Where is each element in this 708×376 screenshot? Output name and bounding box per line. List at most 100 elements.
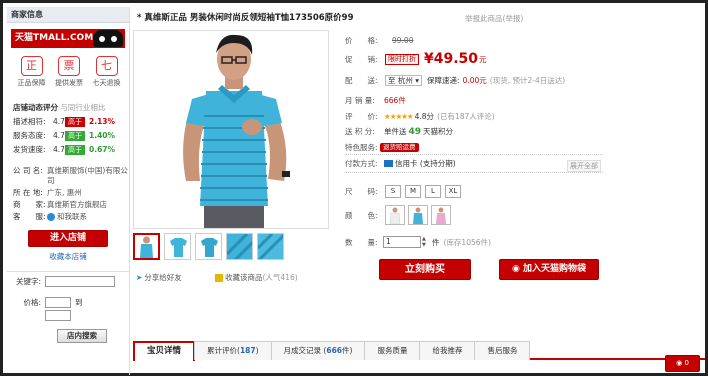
merchant-label: 商 家:: [13, 200, 46, 209]
thumbnail-fabric-icon: [227, 234, 252, 259]
company-label: 公 司 名:: [13, 166, 43, 175]
quantity-stepper[interactable]: ▲ ▼: [422, 236, 428, 248]
size-option-xl[interactable]: XL: [445, 185, 461, 198]
report-link[interactable]: 举报此商品(举报): [465, 13, 523, 24]
promo-label: 促 销:: [345, 54, 378, 64]
genuine-icon: 正: [20, 56, 43, 76]
company-value: 真维斯服饰(中国)有限公司: [47, 166, 128, 185]
floating-cart-button[interactable]: ◉ 0: [665, 355, 700, 372]
thumbnail-shirt-icon: [170, 238, 187, 257]
shop-location-row: 所 在 地: 广东, 惠州: [13, 188, 129, 198]
price-unit: 元: [479, 54, 487, 64]
points-post: 天猫积分: [423, 127, 454, 136]
product-title: * 真维斯正品 男装休闲时尚反领短袖T恤173506原价99: [137, 13, 354, 23]
contact-link[interactable]: 和我联系: [47, 212, 87, 222]
assurance-genuine[interactable]: 正 正品保障: [15, 56, 48, 88]
price-row: 价 格: 99.00: [345, 35, 413, 46]
rating-badge: 高于: [65, 130, 85, 141]
star-icon: [215, 274, 223, 282]
shop-search-button[interactable]: 店内搜索: [57, 329, 107, 343]
assurance-invoice[interactable]: 票 提供发票: [53, 56, 86, 88]
tmall-cat-icon: [93, 30, 123, 47]
special-label: 特色服务:: [345, 143, 378, 152]
shipping-row: 配 送: 至 杭州 ▾ 保障速递: 0.00元 (现货, 预计2-4日送达): [345, 75, 565, 86]
wangwang-icon: [47, 213, 55, 221]
promo-tag: 限时打折: [385, 53, 419, 65]
info-divider: [345, 154, 603, 155]
price-max-input[interactable]: [45, 310, 71, 321]
color-row: 颜 色:: [345, 205, 454, 225]
shop-service-row: 客 服: 和我联系: [13, 212, 129, 222]
price-label: 价格:: [23, 298, 41, 307]
rating-title-text: 店铺动态评分: [13, 103, 58, 112]
size-option-m[interactable]: M: [405, 185, 421, 198]
tab-monthly-text: 月成交记录 (: [283, 346, 327, 355]
review-count-link[interactable]: (已有187人评论): [437, 111, 495, 122]
tab-after-sales[interactable]: 售后服务: [474, 341, 531, 360]
share-text: 分享给好友: [144, 273, 182, 282]
thumbnail-3[interactable]: [195, 233, 222, 260]
thumbnail-1[interactable]: [133, 233, 160, 260]
rating-pct: 1.40%: [89, 131, 116, 140]
expand-all-button[interactable]: 展开全部: [567, 160, 601, 172]
rating-score: 4.7: [53, 131, 65, 140]
rating-pct: 0.67%: [89, 145, 116, 154]
thumbnail-5[interactable]: [257, 233, 284, 260]
credit-card-icon: [384, 160, 393, 167]
product-main-image[interactable]: [133, 30, 329, 229]
monthly-sales: 666件: [384, 96, 406, 105]
cart-icon: ◉: [511, 264, 523, 274]
rating-label: 描述相符:: [13, 117, 46, 126]
quantity-input[interactable]: 1: [383, 236, 421, 248]
tab-recommend[interactable]: 给我推荐: [419, 341, 476, 360]
tab-monthly[interactable]: 月成交记录 (666件): [270, 341, 366, 360]
favorite-shop-link[interactable]: 收藏本店铺: [7, 251, 129, 262]
collect-link[interactable]: 收藏该商品(人气416): [215, 272, 298, 283]
tab-detail[interactable]: 宝贝详情: [133, 341, 196, 361]
shop-company-row: 公 司 名: 真维斯服饰(中国)有限公司: [13, 166, 129, 186]
price-max-row: [45, 310, 129, 321]
share-link[interactable]: ➤ 分享给好友: [136, 272, 182, 283]
assurance-return[interactable]: 七 七天退换: [90, 56, 123, 88]
shirt-blue-icon: [413, 207, 423, 224]
star-rating-icon: ★★★★★: [384, 112, 414, 121]
color-option-blue[interactable]: [408, 205, 428, 225]
quantity-label: 数 量:: [345, 237, 378, 247]
review-score: 4.8分: [414, 112, 435, 121]
thumbnail-2[interactable]: [164, 233, 191, 260]
buy-now-button[interactable]: 立刻购买: [379, 259, 471, 280]
price-min-input[interactable]: [45, 297, 71, 308]
color-option-pink[interactable]: [431, 205, 451, 225]
shipping-label: 配 送:: [345, 76, 378, 85]
color-option-white[interactable]: [385, 205, 405, 225]
sidebar-divider: [7, 271, 129, 272]
merchant-value: 真维斯官方旗舰店: [47, 200, 107, 209]
tab-reviews[interactable]: 累计评价(187): [194, 341, 272, 360]
payment-value: 信用卡 (支持分期): [395, 159, 456, 168]
ship-fee: 0.00元: [462, 76, 487, 85]
enter-shop-button[interactable]: 进入店铺: [28, 230, 108, 247]
stock-text: (库存1056件): [443, 237, 491, 247]
location-value: 广东, 惠州: [47, 188, 82, 197]
rating-pct: 2.13%: [89, 117, 116, 126]
ship-to-select[interactable]: 至 杭州 ▾: [385, 75, 423, 86]
tab-service[interactable]: 服务质量: [364, 341, 421, 360]
monthly-sales-row: 月 销 量: 666件: [345, 95, 406, 106]
tmall-logo[interactable]: 天猫TMALL.COM: [11, 29, 125, 48]
size-option-s[interactable]: S: [385, 185, 401, 198]
rating-score: 4.7: [53, 145, 65, 154]
add-to-cart-button[interactable]: ◉ 加入天猫购物袋: [499, 259, 599, 280]
collect-count: (人气416): [262, 273, 298, 282]
tab-reviews-text: 累计评价(: [207, 346, 240, 355]
size-option-l[interactable]: L: [425, 185, 441, 198]
payment-row: 付款方式: 信用卡 (支持分期): [345, 158, 456, 169]
keyword-row: 关键字:: [13, 276, 129, 287]
points-value: 49: [408, 126, 422, 137]
price-to-text: 到: [75, 298, 83, 307]
thumbnail-4[interactable]: [226, 233, 253, 260]
review-label: 评 价:: [345, 112, 378, 121]
service-label: 客 服:: [13, 212, 46, 221]
keyword-input[interactable]: [45, 276, 115, 287]
review-row: 评 价: ★★★★★ 4.8分 (已有187人评论): [345, 111, 495, 122]
special-service-badge[interactable]: 退货赔运费: [380, 143, 419, 152]
